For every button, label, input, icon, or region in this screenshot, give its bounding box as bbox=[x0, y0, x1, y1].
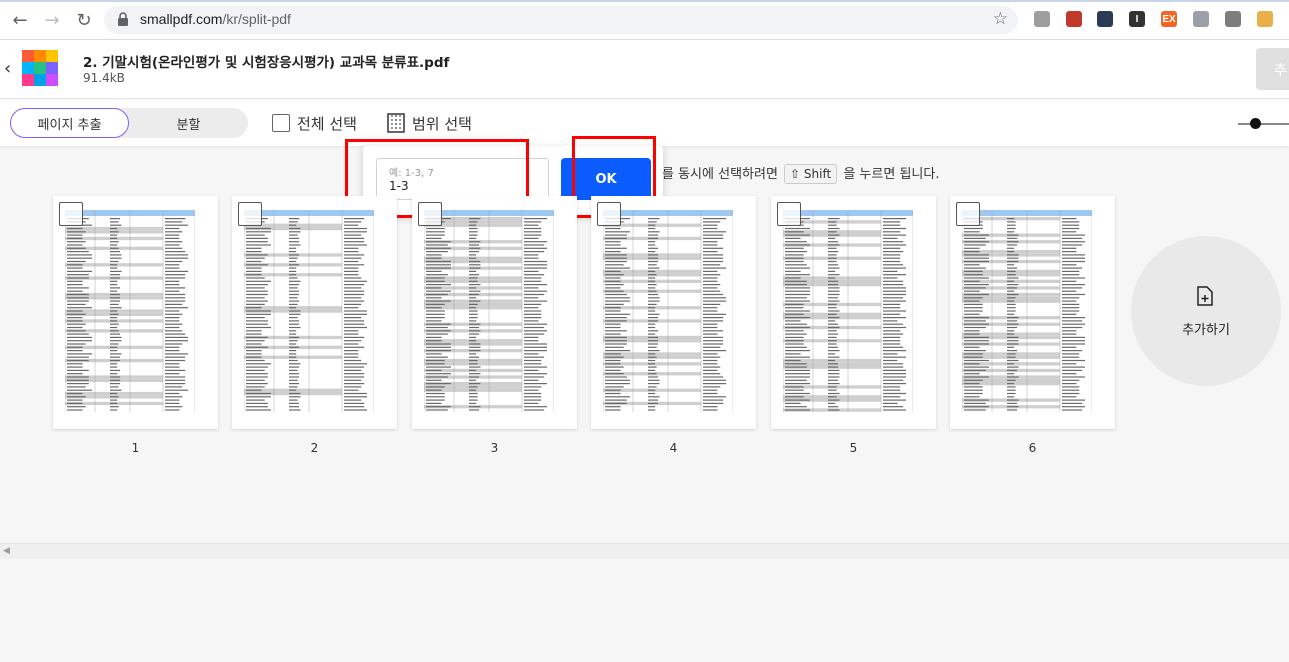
ex-extension-icon[interactable]: EX bbox=[1161, 11, 1177, 27]
page-number: 3 bbox=[490, 441, 499, 455]
forward-arrow-icon[interactable]: → bbox=[40, 8, 64, 32]
scroll-left-arrow-icon[interactable]: ◀ bbox=[3, 546, 10, 556]
page-checkbox[interactable] bbox=[238, 202, 262, 226]
zoom-slider-knob[interactable] bbox=[1250, 118, 1261, 129]
page-card[interactable] bbox=[950, 196, 1115, 429]
page-card[interactable] bbox=[591, 196, 756, 429]
range-select-icon[interactable] bbox=[387, 113, 405, 133]
page-number: 2 bbox=[310, 441, 319, 455]
tab-strip-edge bbox=[0, 0, 1289, 2]
page-card[interactable] bbox=[232, 196, 397, 429]
page-card[interactable] bbox=[771, 196, 936, 429]
lock-icon bbox=[118, 12, 128, 26]
shift-key-badge: ⇧ Shift bbox=[784, 164, 838, 184]
select-all-checkbox[interactable] bbox=[272, 114, 290, 132]
add-more-label: 추가하기 bbox=[1182, 323, 1230, 338]
page-number: 1 bbox=[131, 441, 140, 455]
page-number: 4 bbox=[669, 441, 678, 455]
circle-logo-icon[interactable] bbox=[1097, 11, 1113, 27]
file-size: 91.4kB bbox=[83, 71, 125, 85]
add-file-icon bbox=[1197, 286, 1213, 306]
avatar-icon[interactable] bbox=[1257, 11, 1273, 27]
range-select-label[interactable]: 범위 선택 bbox=[412, 113, 472, 134]
page-checkbox[interactable] bbox=[597, 202, 621, 226]
address-bar[interactable]: smallpdf.com/kr/split-pdf ☆ bbox=[104, 6, 1018, 34]
back-chevron-icon[interactable]: ‹ bbox=[4, 58, 11, 79]
horizontal-scrollbar[interactable]: ◀ bbox=[0, 543, 1289, 559]
shield-icon[interactable] bbox=[1193, 11, 1209, 27]
extract-pages-tab[interactable]: 페이지 추출 bbox=[10, 108, 129, 138]
page-card[interactable] bbox=[412, 196, 577, 429]
file-name: 2. 기말시험(온라인평가 및 시험장응시평가) 교과목 분류표.pdf bbox=[83, 55, 450, 71]
pdf-icon[interactable] bbox=[1066, 11, 1082, 27]
monitor-icon[interactable] bbox=[1034, 11, 1050, 27]
add-more-button[interactable]: 추가하기 bbox=[1131, 236, 1281, 386]
page-card[interactable] bbox=[53, 196, 218, 429]
page-checkbox[interactable] bbox=[59, 202, 83, 226]
window-icon[interactable] bbox=[1225, 11, 1241, 27]
mode-toggle: 페이지 추출 분할 bbox=[10, 108, 248, 138]
page-thumbnail bbox=[65, 210, 195, 412]
page-checkbox[interactable] bbox=[777, 202, 801, 226]
page-thumbnail bbox=[962, 210, 1092, 412]
back-arrow-icon[interactable]: ← bbox=[8, 8, 32, 32]
finish-button[interactable]: 추 bbox=[1256, 48, 1289, 90]
page-number: 5 bbox=[849, 441, 858, 455]
page-thumbnail bbox=[244, 210, 374, 412]
select-all-label[interactable]: 전체 선택 bbox=[297, 113, 357, 134]
zoom-slider-track[interactable] bbox=[1238, 123, 1289, 125]
page-thumbnail bbox=[424, 210, 554, 412]
reload-icon[interactable]: ↻ bbox=[72, 8, 96, 32]
page-thumbnail bbox=[783, 210, 913, 412]
url-text: smallpdf.com/kr/split-pdf bbox=[140, 11, 291, 27]
page-number: 6 bbox=[1028, 441, 1037, 455]
browser-toolbar: ← → ↻ smallpdf.com/kr/split-pdf ☆ I EX bbox=[0, 0, 1289, 40]
bookmark-star-icon[interactable]: ☆ bbox=[993, 9, 1008, 29]
i-extension-icon[interactable]: I bbox=[1129, 11, 1145, 27]
smallpdf-logo[interactable] bbox=[22, 50, 58, 86]
split-tab[interactable]: 분할 bbox=[129, 108, 248, 138]
shift-hint: 를 동시에 선택하려면 ⇧ Shift 을 누르면 됩니다. bbox=[662, 163, 939, 184]
app-header: ‹ 2. 기말시험(온라인평가 및 시험장응시평가) 교과목 분류표.pdf 9… bbox=[0, 40, 1289, 99]
page-checkbox[interactable] bbox=[418, 202, 442, 226]
page-thumbnail bbox=[603, 210, 733, 412]
page-checkbox[interactable] bbox=[956, 202, 980, 226]
